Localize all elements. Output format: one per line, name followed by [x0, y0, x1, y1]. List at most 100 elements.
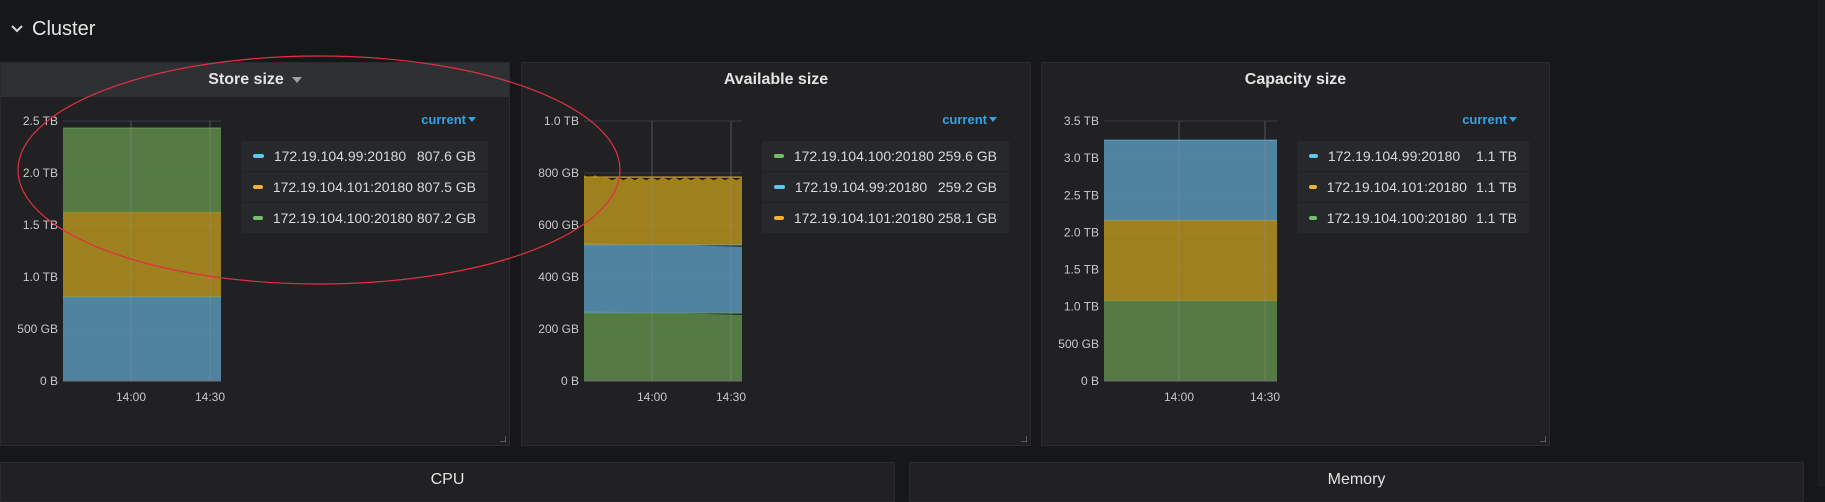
- resize-handle-icon[interactable]: [1540, 436, 1546, 442]
- cpu-panel[interactable]: CPU: [0, 462, 895, 502]
- chevron-down-icon[interactable]: [10, 22, 24, 36]
- legend-swatch[interactable]: [1309, 216, 1317, 220]
- legend-swatch[interactable]: [774, 154, 784, 158]
- sort-down-icon: [468, 116, 476, 122]
- x-tick-label: 14:00: [1164, 390, 1194, 404]
- y-tick-label: 500 GB: [17, 322, 58, 336]
- area-series-0[interactable]: [63, 296, 221, 381]
- legend-series-name[interactable]: 172.19.104.100:20180: [794, 148, 934, 164]
- legend-item[interactable]: 172.19.104.101:20180 1.1 TB: [1297, 172, 1529, 202]
- resize-handle-icon[interactable]: [1021, 436, 1027, 442]
- x-tick-label: 14:30: [716, 390, 746, 404]
- y-tick-label: 3.5 TB: [1064, 114, 1099, 128]
- panel-title-bar[interactable]: Available size: [522, 63, 1030, 97]
- y-tick-label: 400 GB: [538, 270, 579, 284]
- legend-current-value: 1.1 TB: [1476, 179, 1517, 195]
- y-tick-label: 600 GB: [538, 218, 579, 232]
- legend-sort-current[interactable]: current: [1462, 112, 1517, 127]
- y-tick-label: 0 B: [1081, 374, 1099, 388]
- panel-title[interactable]: Memory: [1328, 463, 1386, 501]
- legend-current-value: 807.2 GB: [416, 210, 476, 226]
- legend-series-name[interactable]: 172.19.104.99:20180: [1328, 148, 1460, 164]
- legend: current 172.19.104.99:20180 1.1 TB 172.19.…: [1297, 97, 1529, 234]
- legend-current-value: 259.2 GB: [937, 179, 997, 195]
- legend-current-value: 807.5 GB: [416, 179, 476, 195]
- area-series-1[interactable]: [63, 212, 221, 297]
- legend-sort-current[interactable]: current: [942, 112, 997, 127]
- legend-item[interactable]: 172.19.104.100:20180 259.6 GB: [762, 141, 1009, 171]
- available-size-chart: 0 B 200 GB 400 GB 600 GB 800 GB 1.0 TB 14:00 14…: [538, 114, 746, 404]
- sort-down-icon: [989, 116, 997, 122]
- x-tick-label: 14:00: [116, 390, 146, 404]
- x-tick-label: 14:30: [1250, 390, 1280, 404]
- store-size-panel[interactable]: Store size 0 B 500 GB 1.0 TB 1.5 TB 2.0 TB 2.…: [0, 62, 510, 446]
- y-tick-label: 500 GB: [1058, 337, 1099, 351]
- area-series-0[interactable]: [1104, 300, 1277, 381]
- legend-swatch[interactable]: [1309, 185, 1317, 189]
- capacity-size-panel[interactable]: Capacity size 0 B 500 GB 1.0 TB 1.5 TB 2.0 T…: [1041, 62, 1550, 446]
- x-tick-label: 14:00: [637, 390, 667, 404]
- panel-title[interactable]: Capacity size: [1245, 71, 1346, 89]
- y-tick-label: 2.5 TB: [1064, 188, 1099, 202]
- y-tick-label: 0 B: [561, 374, 579, 388]
- resize-handle-icon[interactable]: [500, 436, 506, 442]
- scrollbar[interactable]: [1817, 0, 1825, 487]
- area-series-1[interactable]: [1104, 220, 1277, 301]
- area-series-1[interactable]: [584, 242, 742, 313]
- legend-item[interactable]: 172.19.104.100:20180 1.1 TB: [1297, 203, 1529, 233]
- y-tick-label: 1.5 TB: [1064, 263, 1099, 277]
- legend-item[interactable]: 172.19.104.101:20180 807.5 GB: [241, 172, 488, 202]
- legend-current-value: 1.1 TB: [1476, 210, 1517, 226]
- y-tick-label: 0 B: [40, 374, 58, 388]
- y-tick-label: 1.0 TB: [544, 114, 579, 128]
- y-tick-label: 2.5 TB: [23, 114, 58, 128]
- panel-title-bar[interactable]: Store size: [1, 63, 509, 97]
- legend-swatch[interactable]: [253, 154, 264, 158]
- area-series-0[interactable]: [584, 310, 742, 381]
- legend-item[interactable]: 172.19.104.101:20180 258.1 GB: [762, 203, 1009, 233]
- sort-down-icon: [1509, 116, 1517, 122]
- y-tick-label: 3.0 TB: [1064, 151, 1099, 165]
- y-tick-label: 1.0 TB: [1064, 300, 1099, 314]
- legend-item[interactable]: 172.19.104.99:20180 1.1 TB: [1297, 141, 1529, 171]
- caret-down-icon[interactable]: [291, 77, 302, 83]
- panel-title[interactable]: Store size: [208, 71, 284, 89]
- legend-item[interactable]: 172.19.104.99:20180 807.6 GB: [241, 141, 488, 171]
- available-size-panel[interactable]: Available size 0 B 200 GB 400 GB 600 GB 800 …: [521, 62, 1031, 446]
- legend-series-name[interactable]: 172.19.104.100:20180: [273, 210, 413, 226]
- memory-panel[interactable]: Memory: [909, 462, 1804, 502]
- legend-swatch[interactable]: [253, 185, 263, 189]
- panel-title[interactable]: Available size: [724, 71, 828, 89]
- legend: current 172.19.104.99:20180 807.6 GB 172.1…: [241, 97, 488, 234]
- x-tick-label: 14:30: [195, 390, 225, 404]
- y-tick-label: 200 GB: [538, 322, 579, 336]
- row-header[interactable]: Cluster: [0, 0, 1825, 58]
- y-tick-label: 1.5 TB: [23, 218, 58, 232]
- legend-sort-current[interactable]: current: [421, 112, 476, 127]
- legend-item[interactable]: 172.19.104.100:20180 807.2 GB: [241, 203, 488, 233]
- y-tick-label: 1.0 TB: [23, 270, 58, 284]
- legend-current-value: 1.1 TB: [1476, 148, 1517, 164]
- legend-item[interactable]: 172.19.104.99:20180 259.2 GB: [762, 172, 1009, 202]
- legend-current-value: 258.1 GB: [937, 210, 997, 226]
- area-series-2[interactable]: [63, 127, 221, 213]
- legend-swatch[interactable]: [1309, 154, 1318, 158]
- legend-series-name[interactable]: 172.19.104.101:20180: [794, 210, 934, 226]
- y-tick-label: 2.0 TB: [23, 166, 58, 180]
- area-series-2[interactable]: [584, 175, 742, 245]
- legend-series-name[interactable]: 172.19.104.101:20180: [1327, 179, 1467, 195]
- panel-title-bar[interactable]: Capacity size: [1042, 63, 1549, 97]
- legend-swatch[interactable]: [774, 216, 784, 220]
- legend-swatch[interactable]: [774, 185, 785, 189]
- legend-series-name[interactable]: 172.19.104.99:20180: [274, 148, 406, 164]
- panel-title[interactable]: CPU: [431, 463, 465, 501]
- legend-series-name[interactable]: 172.19.104.99:20180: [795, 179, 927, 195]
- legend-swatch[interactable]: [253, 216, 263, 220]
- legend-current-value: 259.6 GB: [937, 148, 997, 164]
- area-series-2[interactable]: [1104, 139, 1277, 221]
- legend-series-name[interactable]: 172.19.104.100:20180: [1327, 210, 1467, 226]
- y-tick-label: 800 GB: [538, 166, 579, 180]
- legend-series-name[interactable]: 172.19.104.101:20180: [273, 179, 413, 195]
- legend-current-value: 807.6 GB: [416, 148, 476, 164]
- store-size-chart: 0 B 500 GB 1.0 TB 1.5 TB 2.0 TB 2.5 TB 14:00 14…: [17, 114, 225, 404]
